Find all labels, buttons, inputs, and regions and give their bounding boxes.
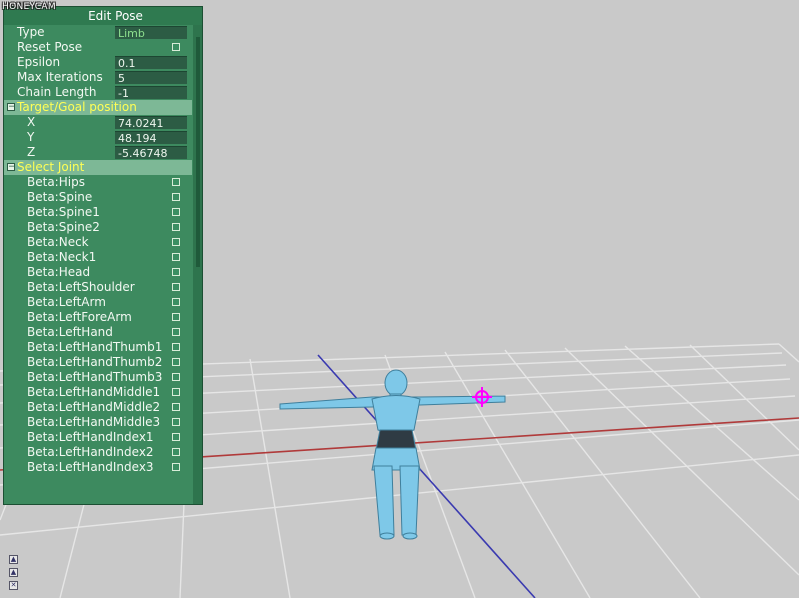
target-z-label: Z [27, 145, 36, 159]
joint-label: Beta:LeftHandMiddle2 [27, 400, 161, 414]
joint-checkbox[interactable] [172, 253, 180, 261]
joint-checkbox[interactable] [172, 208, 180, 216]
max-iterations-input[interactable]: 5 [115, 71, 187, 84]
joint-item[interactable]: Beta:LeftHandThumb1 [4, 340, 192, 355]
watermark: HONEYCAM [2, 2, 56, 12]
target-x-row: X 74.0241 [4, 115, 192, 130]
chain-length-label: Chain Length [17, 85, 97, 99]
joint-item[interactable]: Beta:LeftHandMiddle3 [4, 415, 192, 430]
joint-item[interactable]: Beta:Spine2 [4, 220, 192, 235]
minus-icon[interactable]: − [7, 103, 16, 112]
joint-checkbox[interactable] [172, 433, 180, 441]
type-row: Type Limb [4, 25, 192, 40]
joint-label: Beta:LeftArm [27, 295, 106, 309]
target-y-row: Y 48.194 [4, 130, 192, 145]
joint-label: Beta:LeftHandIndex1 [27, 430, 154, 444]
joint-label: Beta:LeftHandThumb2 [27, 355, 163, 369]
joint-item[interactable]: Beta:Neck [4, 235, 192, 250]
joint-checkbox[interactable] [172, 223, 180, 231]
target-z-input[interactable]: -5.46748 [115, 146, 187, 159]
up-arrow-icon[interactable]: ▲ [9, 555, 18, 564]
minus-icon[interactable]: − [7, 163, 16, 172]
joint-checkbox[interactable] [172, 418, 180, 426]
joint-label: Beta:LeftHandMiddle1 [27, 385, 161, 399]
joint-label: Beta:Neck1 [27, 250, 97, 264]
target-z-row: Z -5.46748 [4, 145, 192, 160]
joint-item[interactable]: Beta:LeftHandThumb2 [4, 355, 192, 370]
select-joint-section-header[interactable]: − Select Joint [4, 160, 192, 175]
joint-checkbox[interactable] [172, 403, 180, 411]
joint-checkbox[interactable] [172, 388, 180, 396]
joint-item[interactable]: Beta:LeftHandMiddle2 [4, 400, 192, 415]
joint-label: Beta:Neck [27, 235, 89, 249]
joint-label: Beta:LeftShoulder [27, 280, 135, 294]
epsilon-row: Epsilon 0.1 [4, 55, 192, 70]
joint-label: Beta:LeftForeArm [27, 310, 132, 324]
joint-item[interactable]: Beta:LeftShoulder [4, 280, 192, 295]
edit-pose-panel: Edit Pose Type Limb Reset Pose Epsilon 0… [3, 6, 203, 505]
target-section-header[interactable]: − Target/Goal position [4, 100, 192, 115]
reset-pose-checkbox[interactable] [172, 43, 180, 51]
reset-pose-row: Reset Pose [4, 40, 192, 55]
target-y-input[interactable]: 48.194 [115, 131, 187, 144]
max-iterations-label: Max Iterations [17, 70, 103, 84]
joint-checkbox[interactable] [172, 463, 180, 471]
select-joint-label: Select Joint [17, 160, 85, 174]
target-x-label: X [27, 115, 36, 129]
reset-pose-label: Reset Pose [17, 40, 83, 54]
joint-label: Beta:LeftHandIndex2 [27, 445, 154, 459]
panel-scrollbar[interactable] [193, 25, 202, 504]
chain-length-input[interactable]: -1 [115, 86, 187, 99]
joint-label: Beta:Hips [27, 175, 85, 189]
joint-item[interactable]: Beta:LeftHandThumb3 [4, 370, 192, 385]
joint-label: Beta:LeftHand [27, 325, 113, 339]
joint-label: Beta:Head [27, 265, 91, 279]
target-section-label: Target/Goal position [17, 100, 137, 114]
joint-checkbox[interactable] [172, 178, 180, 186]
epsilon-label: Epsilon [17, 55, 61, 69]
joint-checkbox[interactable] [172, 298, 180, 306]
up-arrow-icon[interactable]: ▲ [9, 568, 18, 577]
joint-item[interactable]: Beta:LeftForeArm [4, 310, 192, 325]
joint-checkbox[interactable] [172, 358, 180, 366]
joint-checkbox[interactable] [172, 283, 180, 291]
joint-checkbox[interactable] [172, 313, 180, 321]
joint-item[interactable]: Beta:LeftHandIndex2 [4, 445, 192, 460]
scrollbar-thumb[interactable] [196, 37, 200, 267]
close-icon[interactable]: ✕ [9, 581, 18, 590]
joint-label: Beta:Spine2 [27, 220, 100, 234]
joint-checkbox[interactable] [172, 193, 180, 201]
panel-body: Type Limb Reset Pose Epsilon 0.1 Max Ite… [4, 25, 192, 475]
joint-item[interactable]: Beta:Head [4, 265, 192, 280]
joint-item[interactable]: Beta:Spine1 [4, 205, 192, 220]
joint-checkbox[interactable] [172, 238, 180, 246]
joint-item[interactable]: Beta:LeftHand [4, 325, 192, 340]
joint-item[interactable]: Beta:LeftArm [4, 295, 192, 310]
joint-checkbox[interactable] [172, 328, 180, 336]
target-x-input[interactable]: 74.0241 [115, 116, 187, 129]
joint-item[interactable]: Beta:Hips [4, 175, 192, 190]
joint-label: Beta:LeftHandThumb1 [27, 340, 163, 354]
joint-checkbox[interactable] [172, 268, 180, 276]
target-y-label: Y [27, 130, 35, 144]
joint-checkbox[interactable] [172, 343, 180, 351]
type-label: Type [17, 25, 45, 39]
joint-checkbox[interactable] [172, 448, 180, 456]
chain-length-row: Chain Length -1 [4, 85, 192, 100]
joint-label: Beta:LeftHandIndex3 [27, 460, 154, 474]
joint-item[interactable]: Beta:LeftHandIndex1 [4, 430, 192, 445]
joint-label: Beta:Spine1 [27, 205, 100, 219]
joint-item[interactable]: Beta:LeftHandIndex3 [4, 460, 192, 475]
joint-item[interactable]: Beta:Neck1 [4, 250, 192, 265]
joint-item[interactable]: Beta:LeftHandMiddle1 [4, 385, 192, 400]
joint-item[interactable]: Beta:Spine [4, 190, 192, 205]
type-select[interactable]: Limb [115, 26, 187, 39]
max-iterations-row: Max Iterations 5 [4, 70, 192, 85]
joint-label: Beta:LeftHandMiddle3 [27, 415, 161, 429]
joint-checkbox[interactable] [172, 373, 180, 381]
joint-label: Beta:Spine [27, 190, 93, 204]
joint-label: Beta:LeftHandThumb3 [27, 370, 163, 384]
epsilon-input[interactable]: 0.1 [115, 56, 187, 69]
